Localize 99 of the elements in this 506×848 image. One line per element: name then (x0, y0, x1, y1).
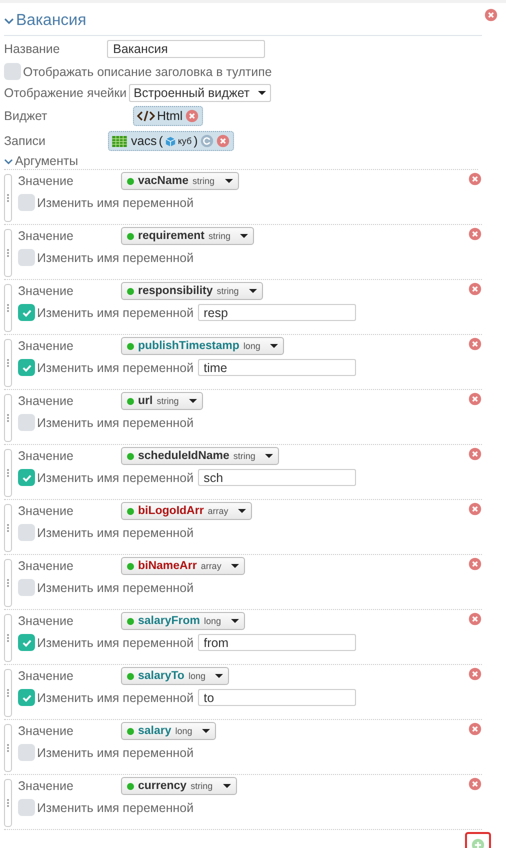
remove-icon[interactable] (468, 777, 482, 791)
drag-handle[interactable] (4, 449, 12, 497)
variable-name-field[interactable]: from (198, 634, 356, 651)
remove-icon[interactable] (468, 172, 482, 186)
variable-dropdown[interactable]: publishTimestamp long (121, 337, 284, 355)
field-label: Записи (4, 134, 46, 148)
checkbox-label: Изменить имя переменной (37, 250, 194, 264)
remove-icon[interactable] (184, 109, 199, 123)
checkbox[interactable] (18, 414, 35, 431)
value-label: Значение (18, 559, 74, 573)
close-icon[interactable] (484, 8, 498, 22)
checkbox[interactable] (18, 359, 35, 376)
checkbox[interactable] (18, 689, 35, 706)
field-label: Название (4, 42, 61, 56)
section-title[interactable]: Вакансия (4, 7, 482, 36)
drag-handle[interactable] (4, 614, 12, 662)
chevron-icon (4, 16, 14, 26)
value-label: Значение (18, 504, 74, 518)
drag-handle[interactable] (4, 559, 12, 607)
checkbox[interactable] (18, 469, 35, 486)
value-label: Значение (18, 724, 74, 738)
variable-dropdown[interactable]: salaryFrom long (121, 612, 246, 630)
value-label: Значение (18, 229, 74, 243)
checkbox-label: Изменить имя переменной (37, 470, 194, 484)
remove-icon[interactable] (468, 667, 482, 681)
chevron-icon (4, 156, 13, 166)
value-label: Значение (18, 394, 74, 408)
drag-handle[interactable] (4, 504, 12, 552)
checkbox[interactable] (18, 524, 35, 541)
variable-dropdown[interactable]: url string (121, 392, 203, 410)
checkbox[interactable] (18, 194, 35, 211)
variable-dropdown[interactable]: responsibility string (121, 282, 263, 300)
remove-icon[interactable] (468, 722, 482, 736)
checkbox-label: Изменить имя переменной (37, 196, 194, 210)
refresh-icon[interactable] (200, 134, 214, 148)
checkbox-label: Изменить имя переменной (37, 636, 194, 650)
checkbox[interactable] (18, 579, 35, 596)
checkbox-label: Отображать описание заголовка в тултипе (23, 64, 272, 78)
variable-name-field[interactable]: resp (198, 304, 356, 321)
checkbox-label: Изменить имя переменной (37, 690, 194, 704)
variable-dropdown[interactable]: requirement string (121, 227, 254, 245)
variable-dropdown[interactable]: biLogoIdArr array (121, 502, 252, 520)
drag-handle[interactable] (4, 724, 12, 772)
arguments-header[interactable]: Аргументы (4, 154, 478, 170)
checkbox-label: Изменить имя переменной (37, 800, 194, 814)
variable-name-field[interactable]: to (198, 689, 356, 706)
table-icon (112, 136, 127, 146)
checkbox-label: Изменить имя переменной (37, 306, 194, 320)
cube-icon (164, 136, 176, 146)
checkbox[interactable] (18, 799, 35, 816)
variable-name-field[interactable]: time (198, 359, 356, 376)
code-icon (137, 110, 155, 122)
value-label: Значение (18, 449, 74, 463)
drag-handle[interactable] (4, 284, 12, 332)
checkbox[interactable] (4, 63, 21, 80)
checkbox-label: Изменить имя переменной (37, 526, 194, 540)
value-label: Значение (18, 779, 74, 793)
add-icon[interactable] (471, 838, 485, 848)
remove-icon[interactable] (468, 337, 482, 351)
cell-display-dropdown[interactable]: Встроенный виджет (128, 84, 271, 102)
field-label: Виджет (4, 109, 48, 123)
name-field[interactable]: Вакансия (107, 40, 265, 58)
widget-chip[interactable]: Html (133, 106, 203, 126)
variable-name-field[interactable]: sch (198, 469, 356, 486)
variable-dropdown[interactable]: salaryTo long (121, 667, 230, 685)
checkbox[interactable] (18, 304, 35, 321)
records-chip[interactable]: vacs ( куб ) (108, 131, 234, 151)
remove-icon[interactable] (468, 447, 482, 461)
remove-icon[interactable] (468, 227, 482, 241)
variable-dropdown[interactable]: biNameArr array (121, 557, 246, 575)
remove-icon[interactable] (468, 392, 482, 406)
value-label: Значение (18, 284, 74, 298)
checkbox[interactable] (18, 249, 35, 266)
drag-handle[interactable] (4, 669, 12, 717)
drag-handle[interactable] (4, 339, 12, 387)
remove-icon[interactable] (468, 557, 482, 571)
variable-dropdown[interactable]: salary long (121, 722, 216, 740)
remove-icon[interactable] (468, 282, 482, 296)
checkbox-label: Изменить имя переменной (37, 416, 194, 430)
field-label: Отображение ячейки (4, 86, 127, 100)
value-label: Значение (18, 174, 74, 188)
variable-dropdown[interactable]: scheduleIdName string (121, 447, 280, 465)
checkbox-label: Изменить имя переменной (37, 746, 194, 760)
value-label: Значение (18, 614, 74, 628)
checkbox-label: Изменить имя переменной (37, 580, 194, 594)
drag-handle[interactable] (4, 779, 12, 827)
remove-icon[interactable] (468, 502, 482, 516)
value-label: Значение (18, 669, 74, 683)
checkbox-label: Изменить имя переменной (37, 360, 194, 374)
checkbox[interactable] (18, 634, 35, 651)
variable-dropdown[interactable]: currency string (121, 777, 237, 795)
remove-icon[interactable] (468, 612, 482, 626)
remove-icon[interactable] (216, 134, 230, 148)
drag-handle[interactable] (4, 229, 12, 277)
drag-handle[interactable] (4, 174, 12, 222)
checkbox[interactable] (18, 744, 35, 761)
value-label: Значение (18, 339, 74, 353)
variable-dropdown[interactable]: vacName string (121, 172, 239, 190)
drag-handle[interactable] (4, 394, 12, 442)
